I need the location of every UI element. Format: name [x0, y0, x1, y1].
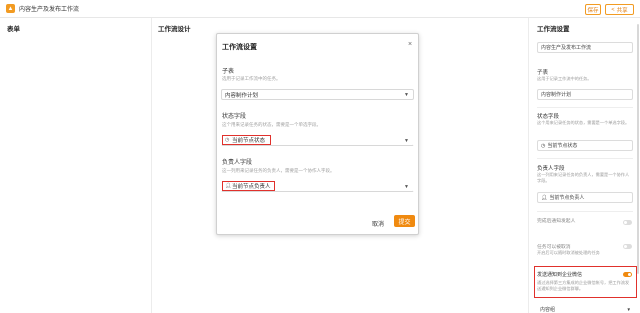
cancel-button[interactable]: 取消 — [372, 219, 384, 228]
rp-wecom-help: 通过选择第三方集成的企业微信帐号，把工作流发送通知到企业微信群聊。 — [537, 280, 630, 291]
settings-panel-title: 工作流设置 — [537, 26, 570, 33]
workflow-settings-dialog: 工作流设置 × 子表 选用于记录工作流中的任务。 内容制作计划 ▼ 状态字段 这… — [216, 33, 419, 235]
cancel-toggle[interactable] — [623, 244, 632, 249]
rp-wecom-select[interactable]: 内容组 ▼ — [537, 304, 633, 313]
status-field-value: 当前节点状态 — [232, 138, 266, 144]
user-icon: 👤︎ — [541, 194, 548, 201]
user-icon: 👤︎ — [225, 182, 232, 189]
form-panel-title: 表单 — [7, 26, 20, 33]
rp-subtable-select[interactable]: 内容制作计划 — [537, 89, 633, 100]
rp-notify-label: 完成后通知发起人 — [537, 219, 576, 224]
app-logo-icon: ▲ — [6, 4, 15, 13]
rp-cancel-label: 任务可以被取消 — [537, 245, 571, 250]
clock-icon: ◷ — [541, 142, 546, 149]
save-button[interactable]: 保存 — [585, 4, 601, 15]
rp-cancel-help: 开启后可以随时取消被处理的任务 — [537, 250, 600, 255]
share-button[interactable]: < 共享 — [605, 4, 634, 15]
settings-scrollbar[interactable] — [637, 24, 639, 274]
status-field-help: 这个用来记录任务的状态，需要是一个单选字段。 — [222, 122, 321, 127]
rp-owner-select[interactable]: 👤︎ 当前节点负责人 — [537, 192, 633, 203]
form-panel: 表单 — [0, 18, 152, 313]
workflow-design-title: 工作流设计 — [158, 26, 191, 33]
status-field-chip[interactable]: ◷ 当前节点状态 — [222, 135, 271, 145]
divider — [537, 107, 633, 108]
rp-owner-value: 当前节点负责人 — [549, 195, 585, 201]
submit-button[interactable]: 提交 — [394, 215, 415, 227]
rp-status-select[interactable]: ◷ 当前节点状态 — [537, 140, 633, 151]
chevron-down-icon: ▼ — [404, 184, 409, 190]
top-bar: ▲ 内容生产及发布工作流 保存 < 共享 — [0, 0, 640, 18]
chevron-down-icon: ▼ — [626, 306, 631, 312]
rp-owner-label: 负责人字段 — [537, 166, 565, 172]
wecom-toggle[interactable] — [623, 272, 632, 277]
divider — [537, 211, 633, 212]
close-icon[interactable]: × — [408, 41, 412, 48]
rp-subtable-help: 这用于记录工作流中的任务。 — [537, 76, 592, 81]
share-icon: < — [611, 6, 615, 13]
chevron-down-icon: ▼ — [404, 138, 409, 144]
owner-field-chip[interactable]: 👤︎ 当前节点负责人 — [222, 181, 275, 191]
rp-owner-help: 这一列用来记录任务的负责人，需要是一个协作人字段。 — [537, 172, 630, 183]
rp-wecom-value: 内容组 — [540, 306, 556, 313]
rp-wecom-label: 发送通知到企业微信 — [537, 272, 583, 278]
subtable-label: 子表 — [222, 69, 235, 75]
workflow-name-input[interactable]: 内容生产及发布工作流 — [537, 42, 633, 53]
clock-icon: ◷ — [225, 136, 230, 143]
rp-status-label: 状态字段 — [537, 114, 560, 120]
notify-toggle[interactable] — [623, 220, 632, 225]
owner-field-value: 当前节点负责人 — [232, 184, 271, 190]
subtable-select[interactable]: 内容制作计划 ▼ — [221, 89, 414, 100]
app-title: 内容生产及发布工作流 — [19, 7, 80, 13]
chevron-down-icon: ▼ — [404, 92, 409, 98]
owner-field-label: 负责人字段 — [222, 160, 253, 166]
rp-subtable-label: 子表 — [537, 70, 549, 76]
divider — [537, 158, 633, 159]
settings-panel: 工作流设置 内容生产及发布工作流 子表 这用于记录工作流中的任务。 内容制作计划… — [528, 18, 640, 313]
subtable-value: 内容制作计划 — [225, 92, 259, 99]
dialog-title: 工作流设置 — [222, 44, 257, 51]
share-label: 共享 — [616, 7, 628, 14]
owner-field-help: 这一列用来记录任务的负责人，需要是一个协作人字段。 — [222, 168, 335, 173]
status-field-label: 状态字段 — [222, 114, 247, 120]
rp-status-value: 当前节点状态 — [547, 143, 578, 149]
subtable-help: 选用于记录工作流中的任务。 — [222, 76, 281, 81]
rp-status-help: 这个用来记录任务的状态，需要是一个单选字段。 — [537, 120, 630, 125]
